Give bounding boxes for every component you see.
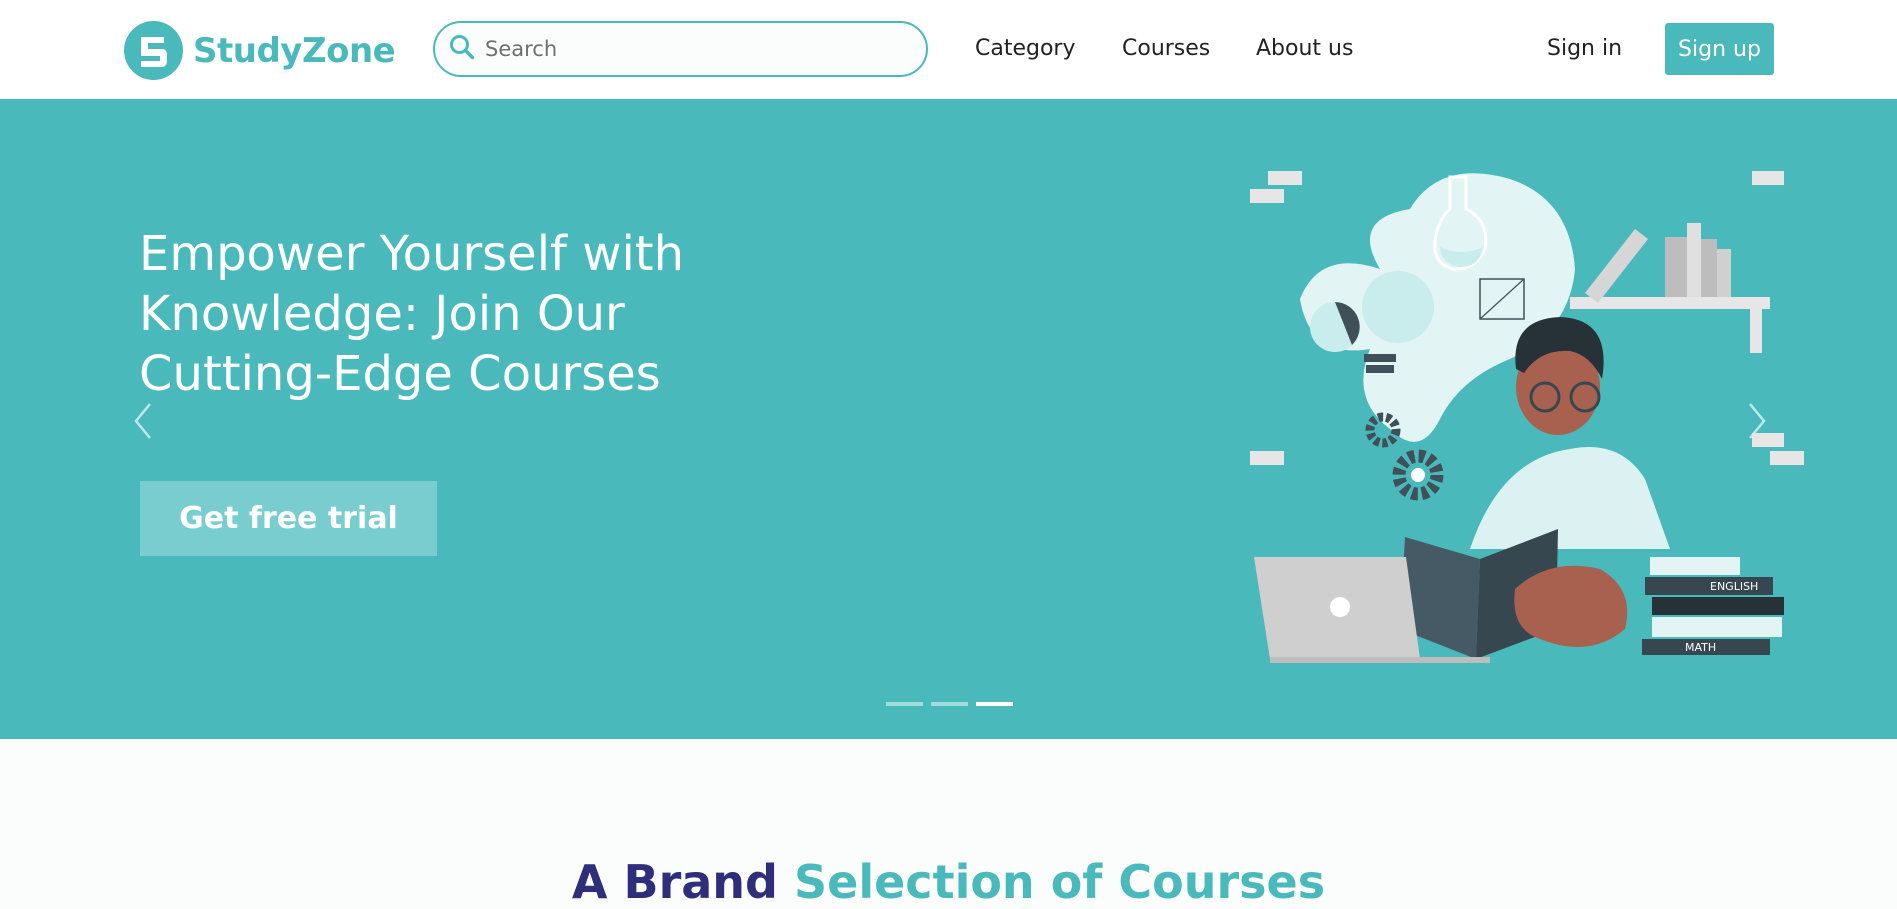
hero-illustration: ENGLISH MATH bbox=[1240, 159, 1820, 723]
brand-name: StudyZone bbox=[193, 30, 396, 71]
studyzone-logo-icon bbox=[124, 21, 183, 80]
carousel-dot[interactable] bbox=[886, 702, 923, 706]
get-free-trial-button[interactable]: Get free trial bbox=[140, 481, 437, 556]
carousel-dot[interactable] bbox=[931, 702, 968, 706]
book-label-math: MATH bbox=[1685, 641, 1716, 654]
signup-button[interactable]: Sign up bbox=[1665, 23, 1774, 75]
chevron-left-icon[interactable] bbox=[132, 401, 154, 445]
nav-category[interactable]: Category bbox=[975, 36, 1076, 61]
section-title-part1: A Brand bbox=[571, 855, 778, 909]
book-label-english: ENGLISH bbox=[1710, 580, 1758, 593]
section-title-part2: Selection of Courses bbox=[794, 855, 1326, 909]
search-input[interactable] bbox=[485, 37, 905, 61]
signin-link[interactable]: Sign in bbox=[1547, 36, 1622, 61]
brand-logo[interactable]: StudyZone bbox=[124, 21, 396, 80]
search-icon[interactable] bbox=[435, 34, 475, 64]
hero-carousel: Empower Yourself with Knowledge: Join Ou… bbox=[0, 99, 1897, 739]
section-title: A Brand Selection of Courses bbox=[0, 855, 1897, 909]
hero-title: Empower Yourself with Knowledge: Join Ou… bbox=[139, 226, 685, 402]
carousel-indicators bbox=[886, 702, 1013, 706]
search-bar[interactable] bbox=[433, 21, 928, 77]
top-navbar: StudyZone Category Courses About us Sign… bbox=[0, 0, 1897, 99]
nav-about-us[interactable]: About us bbox=[1256, 36, 1353, 61]
nav-courses[interactable]: Courses bbox=[1122, 36, 1210, 61]
carousel-dot-active[interactable] bbox=[976, 702, 1013, 706]
